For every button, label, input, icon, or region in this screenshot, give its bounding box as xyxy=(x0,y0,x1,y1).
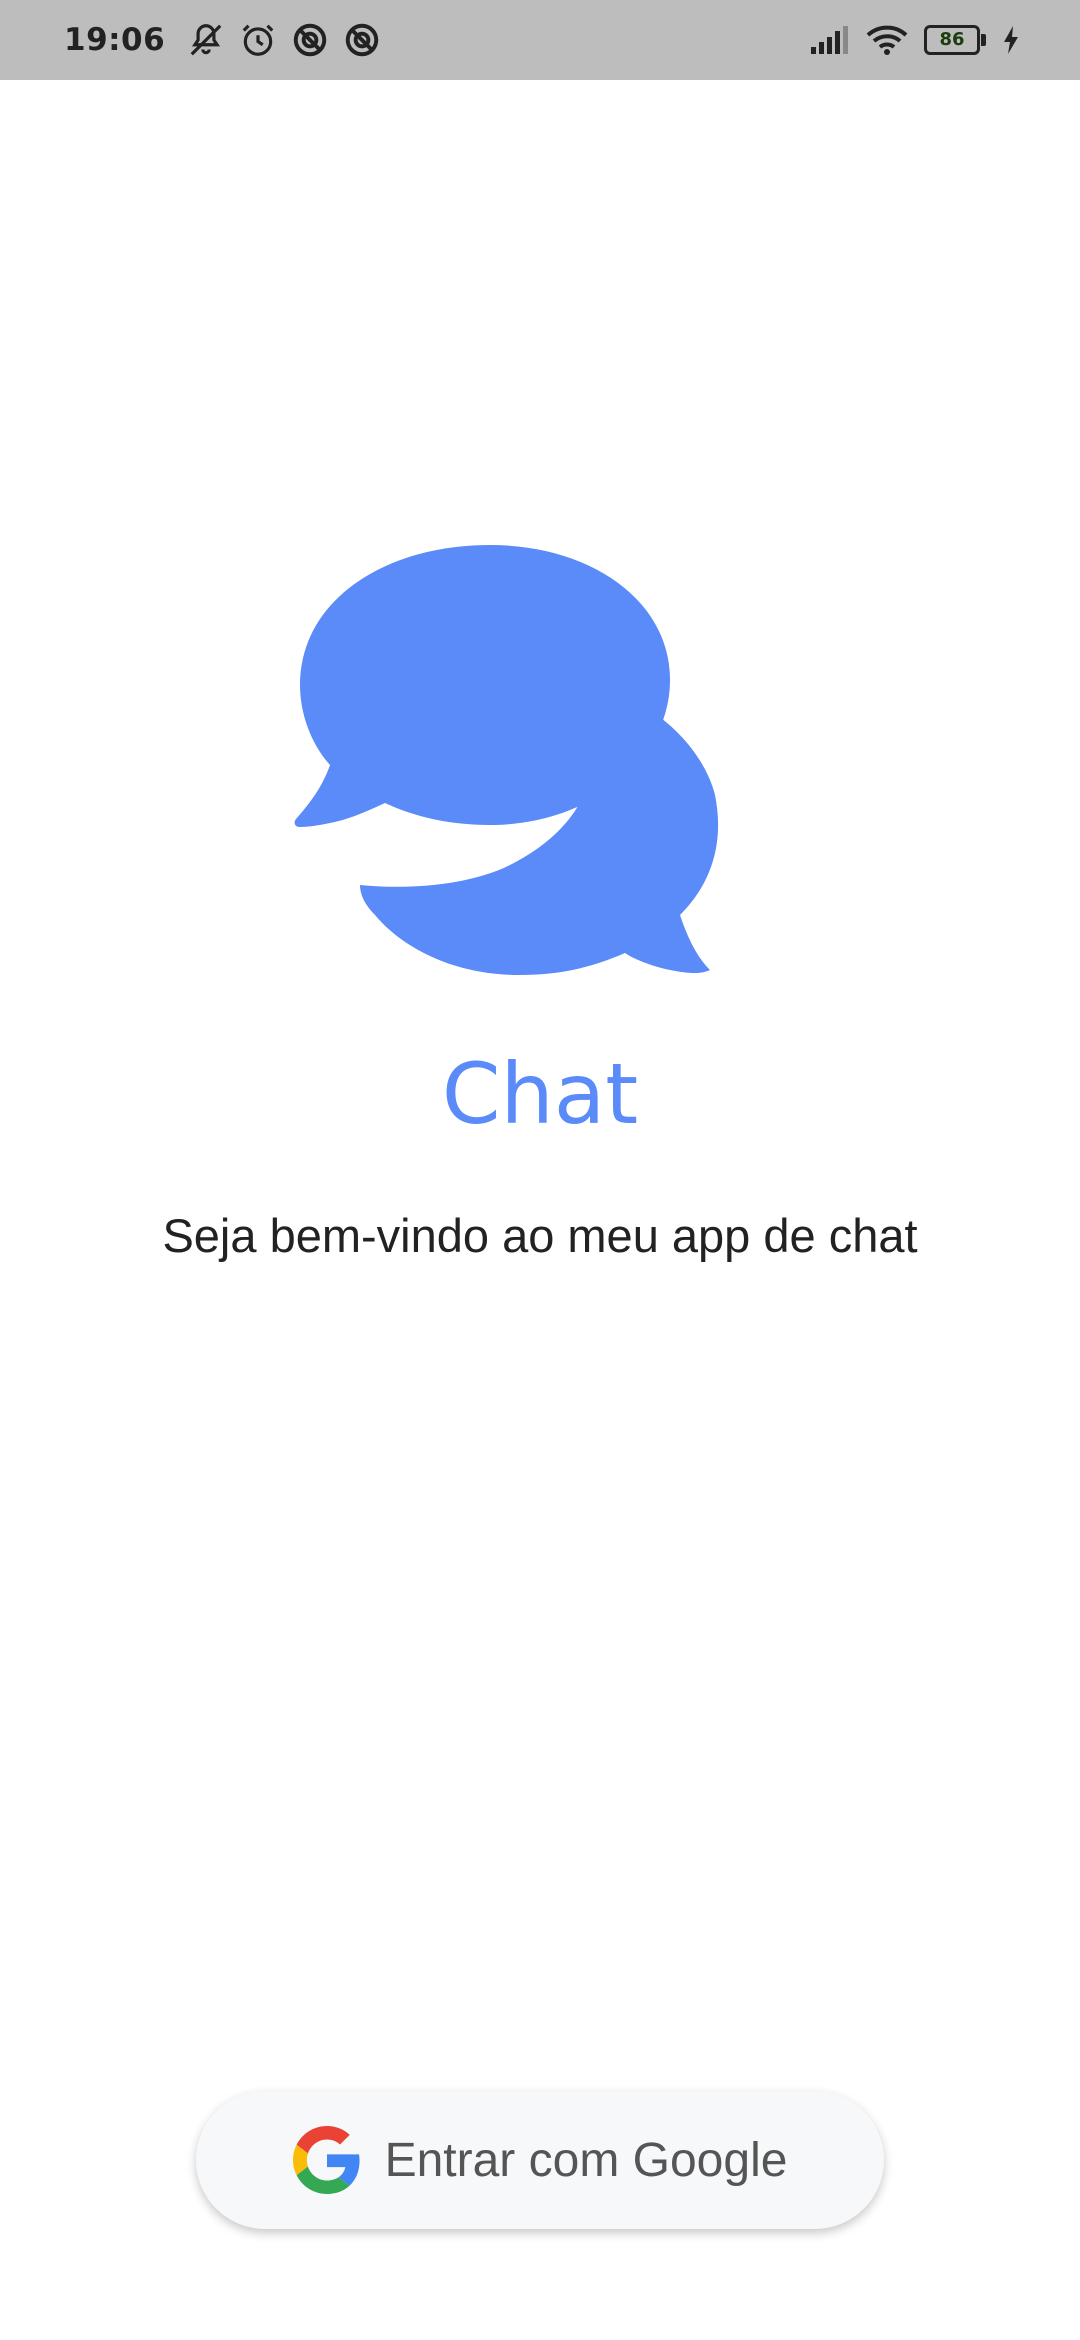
welcome-message: Seja bem-vindo ao meu app de chat xyxy=(162,1209,918,1262)
google-sign-in-label: Entrar com Google xyxy=(384,2133,788,2187)
wifi-icon xyxy=(866,25,908,55)
alarm-icon xyxy=(242,24,274,56)
status-time: 19:06 xyxy=(64,22,166,58)
blocked-app-icon xyxy=(293,23,327,57)
app-title: Chat xyxy=(441,1045,639,1143)
signal-icon xyxy=(811,26,848,54)
notifications-muted-icon xyxy=(190,24,222,56)
charging-icon xyxy=(1004,26,1018,54)
status-bar-left: 19:06 xyxy=(64,21,381,59)
blocked-app-icon xyxy=(345,23,379,57)
google-icon xyxy=(292,2126,360,2194)
status-bar-right: 86 xyxy=(810,24,1020,56)
status-bar: 19:06 86 xyxy=(0,0,1080,80)
battery-icon: 86 xyxy=(924,25,986,55)
chat-bubbles-logo-icon xyxy=(294,545,719,975)
battery-level: 86 xyxy=(939,29,965,50)
google-sign-in-button[interactable]: Entrar com Google xyxy=(196,2091,884,2229)
